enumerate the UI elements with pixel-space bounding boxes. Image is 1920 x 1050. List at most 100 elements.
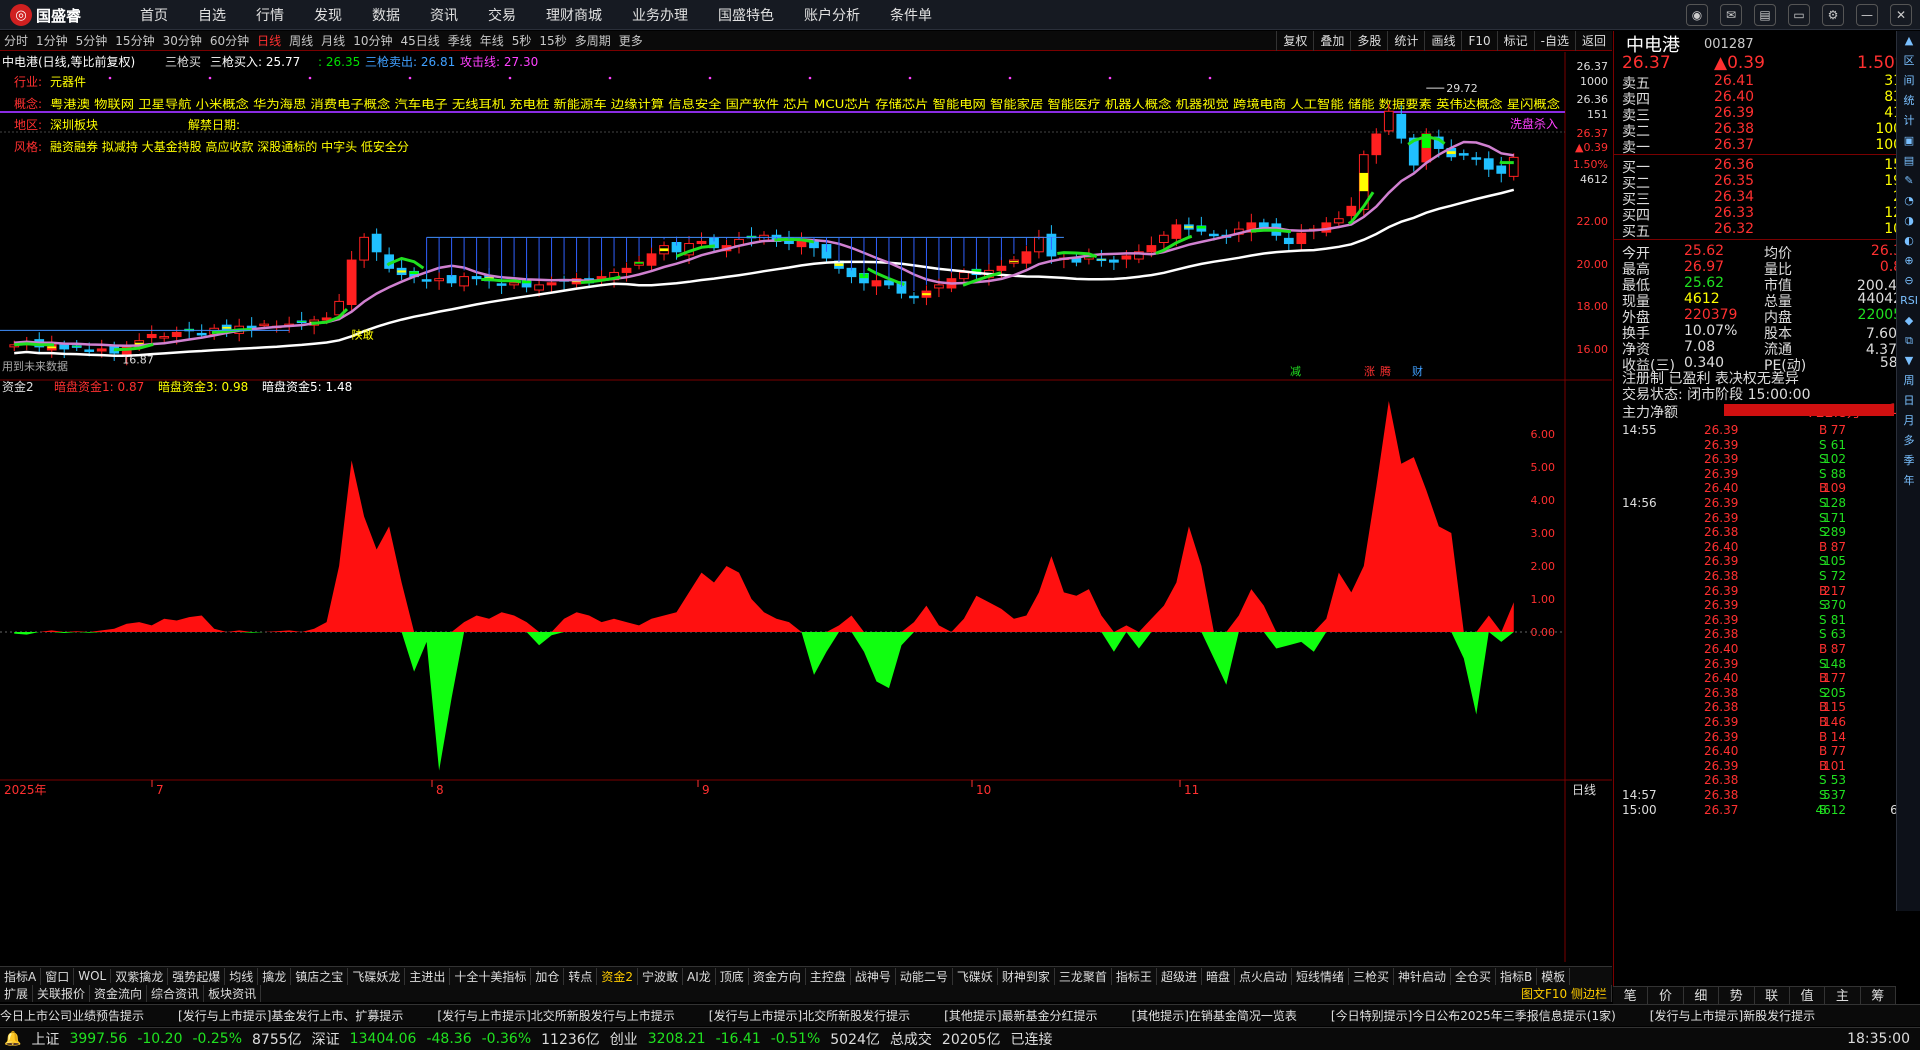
- close-icon[interactable]: ✕: [1890, 4, 1912, 26]
- message-icon[interactable]: ◉: [1686, 4, 1708, 26]
- extension-tab[interactable]: 关联报价: [33, 985, 91, 1002]
- period-tab[interactable]: 年线: [480, 32, 504, 49]
- tool-button[interactable]: 统计: [1387, 31, 1424, 51]
- menu-item[interactable]: 数据: [372, 5, 400, 25]
- mail-icon[interactable]: ✉: [1720, 4, 1742, 26]
- indicator-tab[interactable]: 加仓: [531, 967, 565, 985]
- sidebar-icon[interactable]: ▲: [1897, 31, 1920, 51]
- indicator-tab[interactable]: 点火启动: [1235, 967, 1292, 985]
- period-tab[interactable]: 月线: [321, 32, 345, 49]
- sidebar-icon[interactable]: 季: [1897, 451, 1920, 471]
- tool-button[interactable]: 画线: [1424, 31, 1461, 51]
- bell-icon[interactable]: 🔔: [4, 1031, 21, 1047]
- extension-tab[interactable]: 扩展: [0, 985, 34, 1002]
- indicator-tab[interactable]: 宁波敢: [638, 967, 684, 985]
- news-item[interactable]: [发行与上市提示]北交所新股发行提示: [709, 1007, 910, 1024]
- indicator-tab[interactable]: 强势起爆: [168, 967, 226, 985]
- sidebar-icon[interactable]: ◔: [1897, 191, 1920, 211]
- tool-button[interactable]: 多股: [1350, 31, 1387, 51]
- sidebar-icon[interactable]: ◐: [1897, 231, 1920, 251]
- indicator-tab[interactable]: 三龙聚首: [1055, 967, 1112, 985]
- menu-item[interactable]: 国盛特色: [718, 5, 774, 25]
- minimize-icon[interactable]: —: [1856, 4, 1878, 26]
- extension-tab[interactable]: 板块资讯: [204, 985, 262, 1002]
- sidebar-icon[interactable]: 多: [1897, 431, 1920, 451]
- period-tab[interactable]: 季线: [448, 32, 472, 49]
- indicator-tab[interactable]: 暗盘: [1202, 967, 1235, 985]
- sidebar-icon[interactable]: 区: [1897, 51, 1920, 71]
- sidebar-icon[interactable]: RSI: [1897, 291, 1920, 311]
- period-tab[interactable]: 5分钟: [76, 32, 108, 49]
- sidebar-icon[interactable]: 计: [1897, 111, 1920, 131]
- indicator-tab[interactable]: 指标B: [1496, 967, 1538, 985]
- indicator-tab[interactable]: 顶底: [716, 967, 749, 985]
- period-tab[interactable]: 更多: [619, 32, 643, 49]
- news-item[interactable]: [今日特别提示]今日公布2025年三季报信息提示(1家): [1331, 1007, 1616, 1024]
- tool-button[interactable]: -自选: [1533, 31, 1575, 51]
- period-tab[interactable]: 1分钟: [36, 32, 68, 49]
- sidebar-icon[interactable]: 间: [1897, 71, 1920, 91]
- skin-icon[interactable]: ▤: [1754, 4, 1776, 26]
- menu-item[interactable]: 业务办理: [632, 5, 688, 25]
- settings-icon[interactable]: ⚙: [1822, 4, 1844, 26]
- tool-button[interactable]: 叠加: [1313, 31, 1350, 51]
- indicator-tab[interactable]: 资金2: [597, 967, 639, 985]
- indicator-tab[interactable]: 擒龙: [258, 967, 292, 985]
- sidebar-icon[interactable]: 日: [1897, 391, 1920, 411]
- sidebar-icon[interactable]: ⊕: [1897, 251, 1920, 271]
- menu-item[interactable]: 自选: [198, 5, 226, 25]
- tool-button[interactable]: 标记: [1496, 31, 1534, 51]
- news-item[interactable]: [发行与上市提示]新股发行提示: [1650, 1007, 1815, 1024]
- indicator-tab[interactable]: 财神到家: [998, 967, 1055, 985]
- indicator-tab[interactable]: 模板: [1537, 967, 1571, 985]
- sidebar-icon[interactable]: ▣: [1897, 131, 1920, 151]
- indicator-tab[interactable]: 动能二号: [896, 967, 953, 985]
- indicator-tab[interactable]: 超级进: [1157, 967, 1202, 985]
- news-item[interactable]: 今日上市公司业绩预告提示: [0, 1007, 144, 1024]
- indicator-tab[interactable]: 全仓买: [1451, 967, 1497, 985]
- period-tab[interactable]: 60分钟: [210, 32, 249, 49]
- sidebar-icon[interactable]: ◑: [1897, 211, 1920, 231]
- sidebar-icon[interactable]: ⧉: [1897, 331, 1920, 351]
- period-tab[interactable]: 30分钟: [163, 32, 202, 49]
- sidebar-icon[interactable]: ▼: [1897, 351, 1920, 371]
- indicator-tab[interactable]: 短线情绪: [1292, 967, 1349, 985]
- extension-tab[interactable]: 资金流向: [90, 985, 148, 1002]
- period-tab[interactable]: 5秒: [512, 32, 532, 49]
- sidebar-icon[interactable]: ✎: [1897, 171, 1920, 191]
- tool-button[interactable]: 复权: [1276, 31, 1313, 51]
- menu-item[interactable]: 发现: [314, 5, 342, 25]
- indicator-tab[interactable]: 资金方向: [749, 967, 806, 985]
- indicator-tab[interactable]: 飞碟妖: [953, 967, 998, 985]
- sidebar-icon[interactable]: ◆: [1897, 311, 1920, 331]
- window-icon[interactable]: ▭: [1788, 4, 1810, 26]
- indicator-tab[interactable]: 三枪买: [1349, 967, 1395, 985]
- indicator-tab[interactable]: 窗口: [41, 967, 75, 985]
- period-tab[interactable]: 分时: [4, 32, 28, 49]
- menu-item[interactable]: 账户分析: [804, 5, 860, 25]
- indicator-tab[interactable]: 均线: [225, 967, 259, 985]
- indicator-tab[interactable]: 指标王: [1112, 967, 1157, 985]
- indicator-tab[interactable]: 战神号: [851, 967, 896, 985]
- kline-chart[interactable]: 中电港(日线,等比前复权) 三枪买 三枪买入: 25.77: 26.35 三枪卖出: …: [0, 52, 1612, 962]
- sidebar-icon[interactable]: 统: [1897, 91, 1920, 111]
- menu-item[interactable]: 资讯: [430, 5, 458, 25]
- menu-item[interactable]: 交易: [488, 5, 516, 25]
- indicator-tab[interactable]: 转点: [564, 967, 598, 985]
- news-item[interactable]: [发行与上市提示]基金发行上市、扩募提示: [178, 1007, 403, 1024]
- sidebar-icon[interactable]: 年: [1897, 471, 1920, 491]
- extension-tab[interactable]: 综合资讯: [147, 985, 205, 1002]
- period-tab[interactable]: 周线: [289, 32, 313, 49]
- period-tab[interactable]: 10分钟: [353, 32, 392, 49]
- indicator-tab[interactable]: AI龙: [683, 967, 716, 985]
- sidebar-icon[interactable]: 月: [1897, 411, 1920, 431]
- menu-item[interactable]: 行情: [256, 5, 284, 25]
- indicator-tab[interactable]: 神针启动: [1394, 967, 1452, 985]
- tool-button[interactable]: 返回: [1574, 31, 1612, 51]
- period-tab[interactable]: 45日线: [400, 32, 439, 49]
- period-tab[interactable]: 15分钟: [115, 32, 154, 49]
- indicator-tab[interactable]: 镇店之宝: [291, 967, 349, 985]
- indicator-tab[interactable]: 指标A: [0, 967, 42, 985]
- sidebar-icon[interactable]: ▤: [1897, 151, 1920, 171]
- menu-item[interactable]: 条件单: [890, 5, 932, 25]
